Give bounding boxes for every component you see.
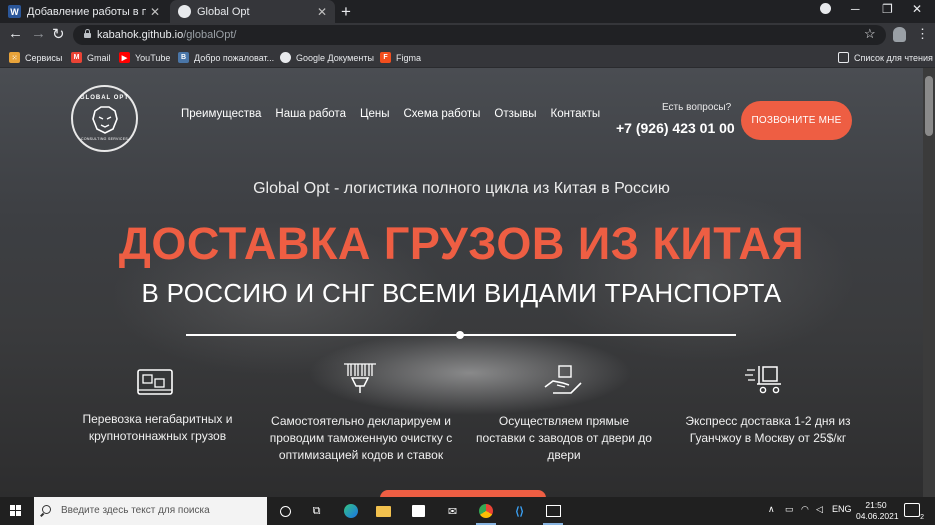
nav-advantages[interactable]: Преимущества [181,108,261,120]
reload-icon[interactable]: ↻ [52,25,65,43]
main-nav: Преимущества Наша работа Цены Схема рабо… [181,108,600,120]
bookmark-star-icon[interactable]: ☆ [864,26,876,42]
window-close-icon[interactable]: ✕ [912,2,922,16]
taskbar: Введите здесь текст для поиска ⧉ ✉ ⟨⟩ ∧ … [0,497,935,525]
store-icon[interactable] [410,503,427,519]
clock-date: 04.06.2021 [856,511,899,521]
tab-portfolio[interactable]: W Добавление работы в портфол ✕ [0,0,168,23]
url-text: kabahok.github.io/globalOpt/ [97,29,237,41]
apps-grid-icon: ⁙ [9,52,20,63]
bookmark-vk[interactable]: B Добро пожаловат... [178,50,274,65]
restore-icon[interactable]: ❐ [882,2,893,16]
call-me-button[interactable]: ПОЗВОНИТЕ МНЕ [741,101,852,140]
lock-icon [84,29,91,38]
chrome-icon[interactable] [477,503,494,519]
taskbar-search[interactable]: Введите здесь текст для поиска [34,497,267,525]
bookmark-figma[interactable]: F Figma [380,50,421,65]
vscode-icon[interactable]: ⟨⟩ [511,503,528,519]
windows-start-icon[interactable] [10,505,22,517]
tiger-logo-icon [92,106,118,134]
volume-icon[interactable]: ◁ [816,504,823,515]
address-bar[interactable]: kabahok.github.io/globalOpt/ [73,25,886,45]
tab-global-opt[interactable]: Global Opt ✕ [170,0,335,23]
gmail-icon: M [71,52,82,63]
mail-icon[interactable]: ✉ [444,503,461,519]
battery-icon[interactable]: ▭ [785,504,794,515]
hero-headline: ДОСТАВКА ГРУЗОВ ИЗ КИТАЯ [118,218,805,269]
minimize-icon[interactable]: ─ [851,2,860,16]
cta-button[interactable] [380,490,546,497]
barcode-scanner-icon [344,363,376,393]
figma-icon: F [380,52,391,63]
nav-scheme[interactable]: Схема работы [404,108,481,120]
questions-label: Есть вопросы? [662,102,732,113]
nav-prices[interactable]: Цены [360,108,390,120]
feature-text: Перевозка негабаритных и крупнотоннажных… [82,412,233,443]
edge-icon[interactable] [342,503,359,519]
extension-icon[interactable] [893,27,906,42]
scrollbar-thumb[interactable] [925,76,933,136]
tab-title: Global Opt [197,5,250,18]
bookmarks-bar: ⁙ Сервисы M Gmail ▶ YouTube B Добро пожалова… [0,47,935,68]
reading-list-icon [838,52,849,63]
phone-number[interactable]: +7 (926) 423 01 00 [616,120,735,136]
youtube-icon: ▶ [119,52,130,63]
bookmark-youtube[interactable]: ▶ YouTube [119,50,170,65]
globe-icon [280,52,291,63]
page-scrollbar[interactable] [923,68,935,497]
globe-icon [178,5,191,18]
bookmark-gmail[interactable]: M Gmail [71,50,111,65]
browser-menu-icon[interactable]: ⋮ [916,26,929,42]
vk-icon: B [178,52,189,63]
word-icon: W [8,5,21,18]
bookmark-services[interactable]: ⁙ Сервисы [9,50,62,65]
logo-text: GLOBAL OPT [79,95,130,101]
notifications-icon[interactable]: 2 [904,503,924,521]
search-icon [42,505,51,514]
nav-contacts[interactable]: Контакты [551,108,601,120]
bookmark-google-docs[interactable]: Google Документы [280,50,374,65]
back-arrow-icon[interactable]: ← [8,25,23,42]
logo-subtext: CONSULTING SERVICES [81,137,128,141]
nav-our-work[interactable]: Наша работа [275,108,346,120]
hero-subheadline: В РОССИЮ И СНГ ВСЕМИ ВИДАМИ ТРАНСПОРТА [141,278,782,308]
divider-dot [456,331,464,339]
web-page: GLOBAL OPT CONSULTING SERVICES Преимущес… [0,68,935,497]
express-cart-icon [745,366,781,394]
container-icon [137,369,173,395]
forward-arrow-icon[interactable]: → [31,25,46,42]
file-explorer-icon[interactable] [375,503,392,519]
photos-icon[interactable] [545,503,562,519]
language-indicator[interactable]: ENG [832,504,852,514]
chevron-up-icon[interactable]: ∧ [768,504,775,515]
close-icon[interactable]: ✕ [150,5,160,19]
feature-text: Экспресс доставка 1-2 дня из Гуанчжоу в … [685,414,851,445]
clock-time: 21:50 [865,500,887,510]
nav-reviews[interactable]: Отзывы [494,108,536,120]
feature-text: Осуществляем прямые поставки с заводов о… [476,414,652,462]
close-icon[interactable]: ✕ [317,5,327,19]
tab-strip: W Добавление работы в портфол ✕ Global O… [0,0,935,23]
new-tab-button[interactable]: + [341,2,351,22]
notification-count: 2 [920,514,924,521]
hand-box-icon [544,365,582,394]
tab-title: Добавление работы в портфол [27,5,146,18]
hero-subtitle: Global Opt - логистика полного цикла из … [253,180,670,197]
system-clock[interactable]: 21:50 04.06.2021 [856,500,899,522]
browser-toolbar: ← → ↻ kabahok.github.io/globalOpt/ [0,23,935,47]
task-view-icon[interactable]: ⧉ [308,503,325,519]
reading-list[interactable]: Список для чтения [838,50,933,65]
hero-divider [186,331,736,339]
site-logo[interactable]: GLOBAL OPT CONSULTING SERVICES [71,85,138,152]
profile-icon[interactable] [820,3,831,14]
feature-text: Самостоятельно декларируем и проводим та… [269,414,453,462]
search-placeholder: Введите здесь текст для поиска [61,505,210,516]
wifi-icon[interactable]: ◠ [801,504,809,515]
cortana-icon[interactable] [277,503,294,519]
